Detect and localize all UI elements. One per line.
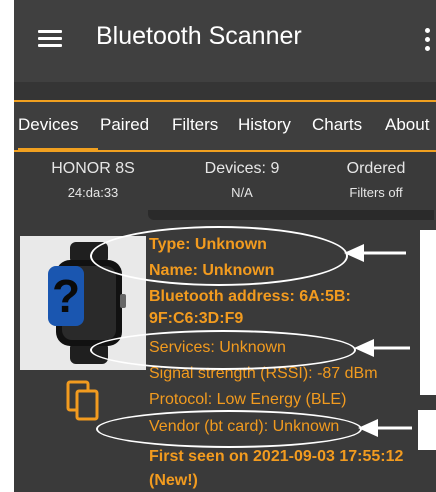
device-name: HONOR 8S bbox=[51, 160, 135, 177]
app-bar: Bluetooth Scanner bbox=[14, 0, 436, 82]
app-frame: Bluetooth Scanner Devices Paired Filters… bbox=[14, 0, 436, 492]
first-seen: First seen on 2021-09-03 17:55:12 bbox=[149, 448, 404, 465]
protocol: Protocol: Low Energy (BLE) bbox=[149, 391, 347, 408]
tab-about[interactable]: About bbox=[385, 115, 429, 135]
devices-count: Devices: 9 bbox=[204, 160, 280, 177]
annotation-arrow-icon bbox=[354, 339, 410, 357]
filter-status[interactable]: Filters off bbox=[326, 185, 426, 200]
devices-subtext: N/A bbox=[231, 185, 253, 200]
bluetooth-address: Bluetooth address: 6A:5B: bbox=[149, 288, 351, 305]
app-title: Bluetooth Scanner bbox=[96, 22, 302, 50]
divider bbox=[14, 82, 436, 100]
bluetooth-address-cont: 9F:C6:3D:F9 bbox=[149, 310, 244, 327]
overflow-menu-icon[interactable] bbox=[425, 28, 430, 52]
tab-filters[interactable]: Filters bbox=[172, 115, 218, 135]
tab-paired[interactable]: Paired bbox=[100, 115, 149, 135]
annotation-ellipse bbox=[96, 410, 362, 448]
tab-history[interactable]: History bbox=[238, 115, 291, 135]
tab-charts[interactable]: Charts bbox=[312, 115, 362, 135]
menu-icon[interactable] bbox=[38, 30, 62, 48]
annotation-ellipse bbox=[90, 226, 348, 286]
overlay-panel bbox=[420, 230, 436, 395]
copy-icon[interactable] bbox=[66, 380, 100, 422]
svg-text:?: ? bbox=[52, 270, 80, 322]
overlay-panel bbox=[418, 410, 436, 450]
tab-bar: Devices Paired Filters History Charts Ab… bbox=[14, 102, 436, 151]
scrollbar[interactable] bbox=[148, 210, 434, 220]
new-badge: (New!) bbox=[149, 472, 198, 489]
annotation-arrow-icon bbox=[344, 244, 406, 262]
status-bar: HONOR 8S 24:da:33 Devices: 9 N/A Ordered… bbox=[14, 152, 436, 210]
tab-devices[interactable]: Devices bbox=[18, 115, 78, 135]
annotation-ellipse bbox=[90, 330, 356, 370]
annotation-arrow-icon bbox=[358, 419, 412, 437]
device-address: 24:da:33 bbox=[67, 185, 119, 200]
sort-order[interactable]: Ordered bbox=[326, 160, 426, 178]
